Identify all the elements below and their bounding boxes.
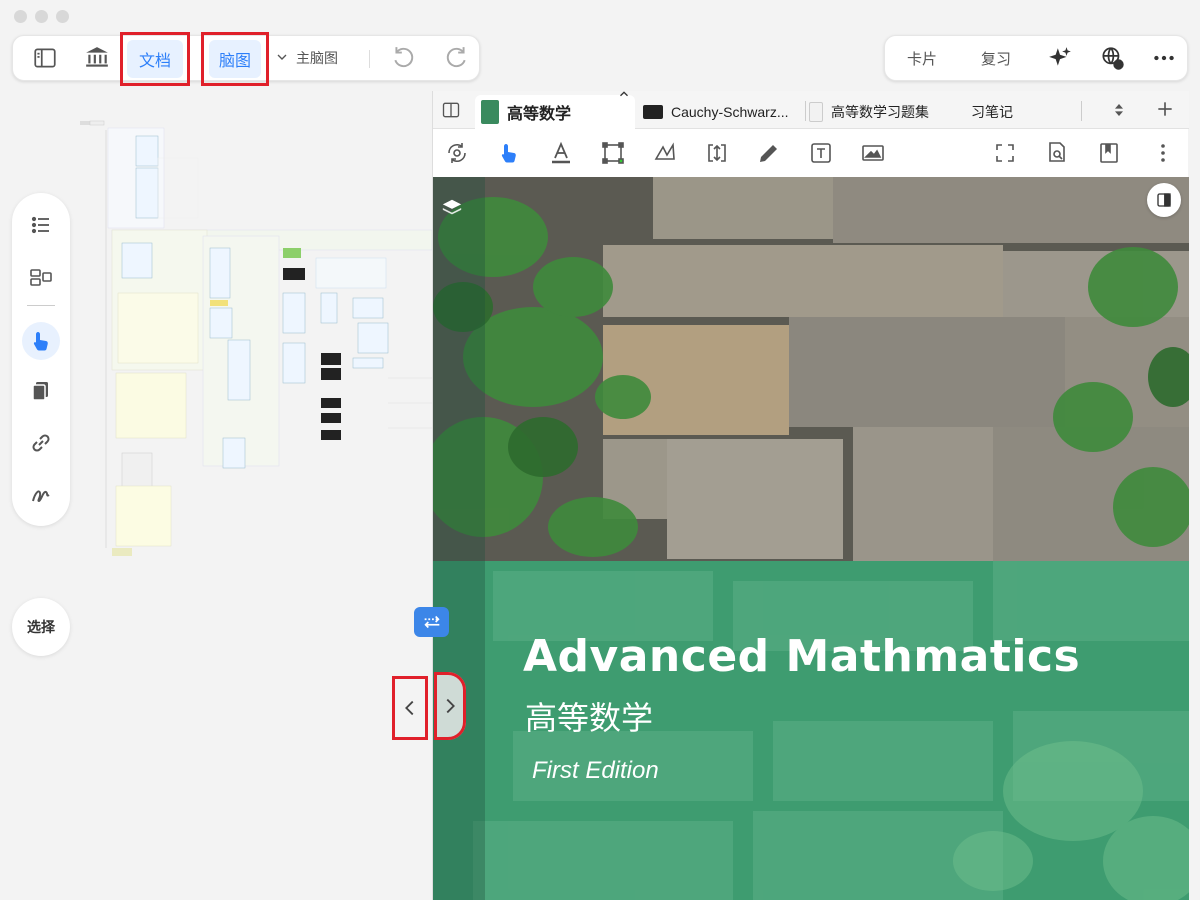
secondary-toolbar: 卡片 复习 — [884, 35, 1188, 81]
tab-label: Cauchy-Schwarz... — [671, 104, 789, 120]
tab-divider — [805, 101, 806, 121]
web-help-icon[interactable] — [1097, 35, 1127, 81]
tab-label: 习笔记 — [971, 104, 1013, 120]
tab-exercises[interactable]: 高等数学习题集 — [809, 95, 949, 129]
cards-label: 卡片 — [906, 50, 937, 68]
split-view-icon[interactable] — [441, 100, 461, 120]
text-box-icon[interactable] — [807, 139, 835, 167]
book-title: Advanced Mathmatics — [523, 631, 1081, 682]
search-document-icon[interactable] — [1043, 139, 1071, 167]
cards-button[interactable]: 卡片 — [903, 35, 941, 81]
doc-button[interactable]: 文档 — [120, 32, 190, 86]
tab-divider — [1081, 101, 1082, 121]
main-mindmap-dropdown[interactable]: 主脑图 — [271, 35, 341, 81]
sparkle-icon[interactable] — [1045, 35, 1075, 81]
outline-icon[interactable] — [12, 205, 70, 245]
zoom-window-button[interactable] — [56, 10, 69, 23]
library-icon[interactable] — [81, 35, 113, 81]
rectangle-select-icon[interactable] — [599, 139, 627, 167]
book-cover-page[interactable]: Advanced Mathmatics 高等数学 First Edition — [433, 177, 1189, 900]
doc-label: 文档 — [126, 40, 183, 78]
tab-notes[interactable]: 习笔记 — [971, 95, 1051, 129]
pencil-icon[interactable] — [755, 139, 783, 167]
sidebar-divider — [27, 305, 55, 306]
annotation-toolbar — [433, 129, 1189, 215]
book-subtitle: 高等数学 — [525, 700, 654, 736]
document-thumbnail — [809, 102, 823, 122]
panel-toggle-icon[interactable] — [1147, 183, 1181, 217]
pointer-icon[interactable] — [22, 322, 60, 360]
cover-spine-strip — [433, 177, 485, 900]
video-thumbnail — [643, 105, 663, 119]
review-label: 复习 — [980, 50, 1011, 68]
select-button[interactable]: 选择 — [12, 598, 70, 656]
toolbar-divider — [369, 50, 370, 68]
sync-settings-icon[interactable] — [443, 139, 471, 167]
tab-cauchy-schwarz[interactable]: Cauchy-Schwarz... — [643, 95, 813, 129]
add-tab-icon[interactable] — [1155, 99, 1175, 124]
freehand-icon[interactable] — [12, 475, 70, 515]
minimize-window-button[interactable] — [35, 10, 48, 23]
undo-icon[interactable] — [391, 35, 417, 81]
review-button[interactable]: 复习 — [977, 35, 1015, 81]
close-window-button[interactable] — [14, 10, 27, 23]
tab-bar: 高等数学 Cauchy-Schwarz... 高等数学习题集 习笔记 — [433, 91, 1189, 129]
chevron-up-icon[interactable] — [617, 87, 631, 104]
tab-label: 高等数学习题集 — [831, 104, 929, 120]
layers-icon[interactable] — [441, 197, 463, 219]
book-thumbnail — [481, 100, 499, 124]
select-label: 选择 — [27, 619, 55, 635]
sort-tabs-icon[interactable] — [1111, 101, 1127, 124]
more-icon[interactable] — [1149, 35, 1179, 81]
layout-icon[interactable] — [12, 257, 70, 297]
tab-label: 高等数学 — [507, 106, 572, 123]
collapse-left-button[interactable] — [392, 676, 428, 740]
swap-panes-button[interactable] — [414, 607, 449, 637]
chevron-left-icon — [405, 700, 414, 716]
sidebar-toggle-icon[interactable] — [29, 35, 61, 81]
mindmap-button[interactable]: 脑图 — [201, 32, 269, 86]
documents-icon[interactable] — [12, 371, 70, 411]
chevron-down-icon — [274, 49, 290, 68]
document-viewer: 高等数学 Cauchy-Schwarz... 高等数学习题集 习笔记 Advan… — [432, 91, 1189, 900]
main-mindmap-label: 主脑图 — [296, 50, 338, 66]
collapse-right-button[interactable] — [434, 672, 466, 740]
bookmark-book-icon[interactable] — [1095, 139, 1123, 167]
redo-icon[interactable] — [443, 35, 469, 81]
more-vertical-icon[interactable] — [1149, 139, 1177, 167]
tool-sidebar — [12, 193, 70, 526]
resize-icon[interactable] — [703, 139, 731, 167]
swap-arrows-icon — [423, 615, 440, 629]
lasso-icon[interactable] — [651, 139, 679, 167]
stone-wall-image — [433, 177, 1189, 561]
text-highlight-icon[interactable] — [547, 139, 575, 167]
mindmap-label: 脑图 — [208, 40, 261, 78]
link-icon[interactable] — [12, 423, 70, 463]
chevron-right-icon — [446, 698, 455, 714]
image-capture-icon[interactable] — [859, 139, 887, 167]
hand-pointer-icon[interactable] — [495, 139, 523, 167]
book-edition: First Edition — [532, 757, 659, 784]
mindmap-canvas[interactable] — [78, 118, 432, 558]
fullscreen-icon[interactable] — [991, 139, 1019, 167]
window-controls — [14, 10, 69, 23]
tab-advanced-math[interactable]: 高等数学 — [475, 95, 635, 129]
